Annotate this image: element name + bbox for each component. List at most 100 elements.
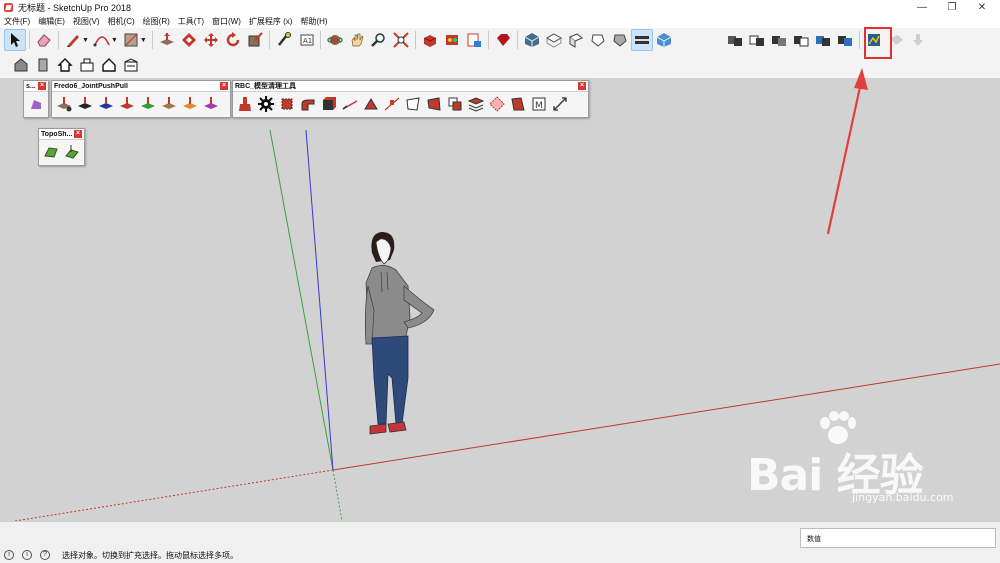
rbc-mesh-button[interactable]: M [529,94,549,114]
rbc-flip-button[interactable] [424,94,444,114]
ruby-console-button[interactable] [492,29,514,51]
push-pull-tool-button[interactable] [156,29,178,51]
jpp-black-button[interactable] [75,94,95,114]
jpp-joint-button[interactable] [54,94,74,114]
plugin-button-1[interactable] [724,29,746,51]
plugin-button-4[interactable] [790,29,812,51]
rectangle-tool-button[interactable] [120,29,142,51]
menu-file[interactable]: 文件(F) [0,16,34,27]
menu-edit[interactable]: 编辑(E) [34,16,69,27]
offset-tool-button[interactable] [178,29,200,51]
measurements-box[interactable]: 数值 [800,528,996,548]
view-right-button[interactable] [587,29,609,51]
push-brown-icon [162,97,176,109]
jpp-brown-button[interactable] [159,94,179,114]
shaded-style-button[interactable] [653,29,675,51]
rbc-pipe-button[interactable] [298,94,318,114]
select-tool-button[interactable] [4,29,26,51]
arc-tool-button[interactable] [91,29,113,51]
rbc-layers-button[interactable] [466,94,486,114]
menu-camera[interactable]: 相机(C) [104,16,139,27]
rbc-settings-button[interactable] [256,94,276,114]
zoom-tool-button[interactable] [368,29,390,51]
door-button[interactable] [32,54,54,76]
jointpushpull-header[interactable]: Fredo6_JointPushPull × [52,81,230,92]
text-tool-button[interactable]: A1 [295,29,317,51]
small-toolbar-close-button[interactable]: × [38,82,46,90]
layout-button[interactable] [463,29,485,51]
rectangle-dropdown-icon[interactable]: ▼ [140,37,147,44]
rbc-close-button[interactable]: × [578,82,586,90]
home-button[interactable] [54,54,76,76]
zoom-extents-button[interactable] [390,29,412,51]
jpp-purple-button[interactable] [201,94,221,114]
sandbox-button[interactable] [10,54,32,76]
house-outline-button[interactable] [98,54,120,76]
close-button[interactable]: ✕ [968,0,996,14]
extension-warehouse-button[interactable] [441,29,463,51]
help-icon[interactable]: ? [40,550,50,560]
menu-window[interactable]: 窗口(W) [208,16,245,27]
view-top-button[interactable] [543,29,565,51]
view-front-button[interactable] [565,29,587,51]
pan-tool-button[interactable] [346,29,368,51]
jpp-orange-button[interactable] [180,94,200,114]
minimize-button[interactable]: — [908,0,936,14]
view-back-button[interactable] [609,29,631,51]
rbc-fold-button[interactable] [508,94,528,114]
move-tool-button[interactable] [200,29,222,51]
jpp-blue-button[interactable] [96,94,116,114]
rbc-select-box-button[interactable] [277,94,297,114]
building-button[interactable] [76,54,98,76]
scale-tool-button[interactable] [244,29,266,51]
plugin-button-2[interactable] [746,29,768,51]
line-dropdown-icon[interactable]: ▼ [82,37,89,44]
rbc-edge-button[interactable] [382,94,402,114]
rbc-duplicate-button[interactable] [445,94,465,114]
topo-grid-button[interactable] [41,142,61,162]
rbc-header[interactable]: RBC_模型清理工具 × [233,81,588,92]
rbc-badge-button[interactable] [487,94,507,114]
rotate-tool-button[interactable] [222,29,244,51]
small-toolbar-header[interactable]: s... × [24,81,48,92]
shape-tool-button[interactable] [26,94,46,114]
rbc-cube-button[interactable] [319,94,339,114]
push-pull-icon [159,33,174,45]
3d-warehouse-button[interactable] [419,29,441,51]
plugin-button-5[interactable] [812,29,834,51]
geo-location-icon[interactable]: i [4,550,14,560]
jointpushpull-close-button[interactable]: × [220,82,228,90]
jpp-red-button[interactable] [117,94,137,114]
plugin-button-3[interactable] [768,29,790,51]
restore-button[interactable]: ❐ [938,0,966,14]
eraser-tool-button[interactable] [33,29,55,51]
garage-button[interactable] [120,54,142,76]
toposhaper-header[interactable]: TopoSh... × [39,129,84,140]
rbc-line-button[interactable] [340,94,360,114]
menu-help[interactable]: 帮助(H) [296,16,331,27]
rbc-face-button[interactable] [361,94,381,114]
baidu-watermark: Bai 经验 jingyan.baidu.com [747,411,992,511]
rbc-body: M [233,92,588,116]
hand-icon [351,33,364,47]
view-iso-button[interactable] [521,29,543,51]
topo-contour-button[interactable] [62,142,82,162]
tape-measure-button[interactable] [273,29,295,51]
plugin-button-6[interactable] [834,29,856,51]
orbit-tool-button[interactable] [324,29,346,51]
menu-tools[interactable]: 工具(T) [174,16,208,27]
rbc-quad-button[interactable] [403,94,423,114]
rbc-scale-button[interactable] [550,94,570,114]
credits-icon[interactable]: i [22,550,32,560]
rbc-brush-button[interactable] [235,94,255,114]
jpp-green-button[interactable] [138,94,158,114]
menu-extensions[interactable]: 扩展程序 (x) [245,16,297,27]
eraser-icon [37,34,51,47]
xray-style-button[interactable] [630,29,653,51]
menu-draw[interactable]: 绘图(R) [139,16,174,27]
toposhaper-close-button[interactable]: × [74,130,82,138]
line-tool-button[interactable] [62,29,84,51]
person-figure[interactable] [364,232,435,435]
arc-dropdown-icon[interactable]: ▼ [111,37,118,44]
menu-view[interactable]: 视图(V) [69,16,104,27]
